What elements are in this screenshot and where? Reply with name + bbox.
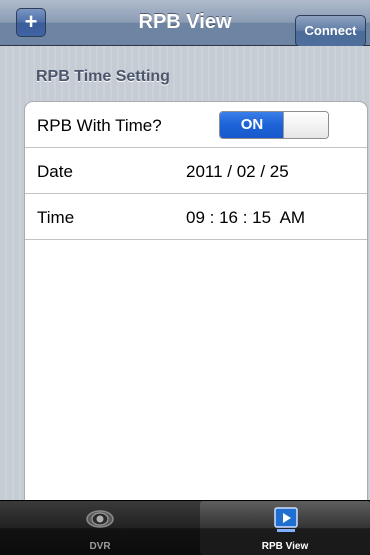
tab-label: RPB View (261, 541, 309, 552)
date-value[interactable]: 2011 / 02 / 25 (186, 162, 289, 182)
play-monitor-icon (273, 507, 299, 540)
row-label: RPB With Time? (37, 116, 162, 135)
section-header: RPB Time Setting (36, 68, 170, 85)
tab-dvr[interactable]: DVR (0, 501, 200, 555)
row-label: Date (37, 162, 73, 181)
settings-group: RPB With Time? ON Date 2011 / 02 / 25 Ti… (24, 101, 368, 533)
toggle-knob[interactable] (283, 112, 328, 138)
time-value[interactable]: 09 : 16 : 15 AM (186, 208, 305, 228)
navigation-bar: + RPB View Connect (0, 0, 370, 47)
content-area: RPB Time Setting RPB With Time? ON Date … (0, 46, 370, 533)
row-time[interactable]: Time 09 : 16 : 15 AM (25, 194, 367, 240)
row-rpb-with-time: RPB With Time? ON (25, 102, 367, 148)
eye-camera-icon (86, 507, 114, 536)
rpb-with-time-toggle[interactable]: ON (219, 111, 329, 139)
toggle-on-label: ON (220, 112, 284, 138)
tab-bar: DVR RPB View (0, 500, 370, 555)
row-label: Time (37, 208, 75, 227)
row-date[interactable]: Date 2011 / 02 / 25 (25, 148, 367, 194)
connect-button[interactable]: Connect (295, 15, 366, 47)
tab-rpb-view[interactable]: RPB View (200, 501, 370, 555)
tab-label: DVR (89, 541, 111, 552)
